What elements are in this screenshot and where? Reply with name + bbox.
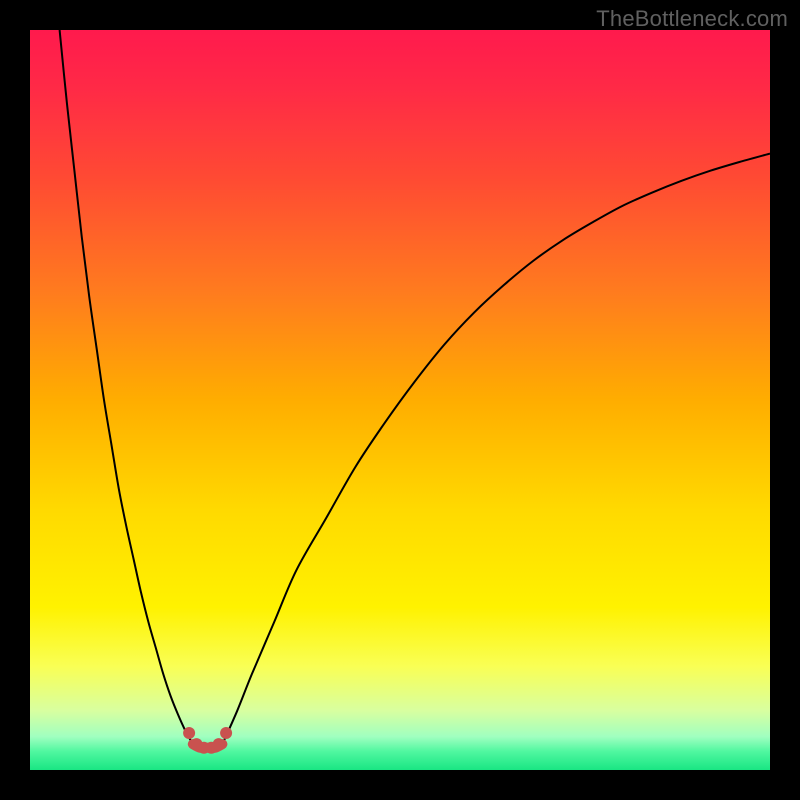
curve-left-branch xyxy=(60,30,193,744)
bottleneck-curve xyxy=(30,30,770,770)
trough-marker xyxy=(220,727,232,739)
chart-frame: TheBottleneck.com xyxy=(0,0,800,800)
curve-right-branch xyxy=(222,154,770,745)
trough-marker xyxy=(213,738,225,750)
watermark-text: TheBottleneck.com xyxy=(596,6,788,32)
trough-marker xyxy=(183,727,195,739)
plot-area xyxy=(30,30,770,770)
